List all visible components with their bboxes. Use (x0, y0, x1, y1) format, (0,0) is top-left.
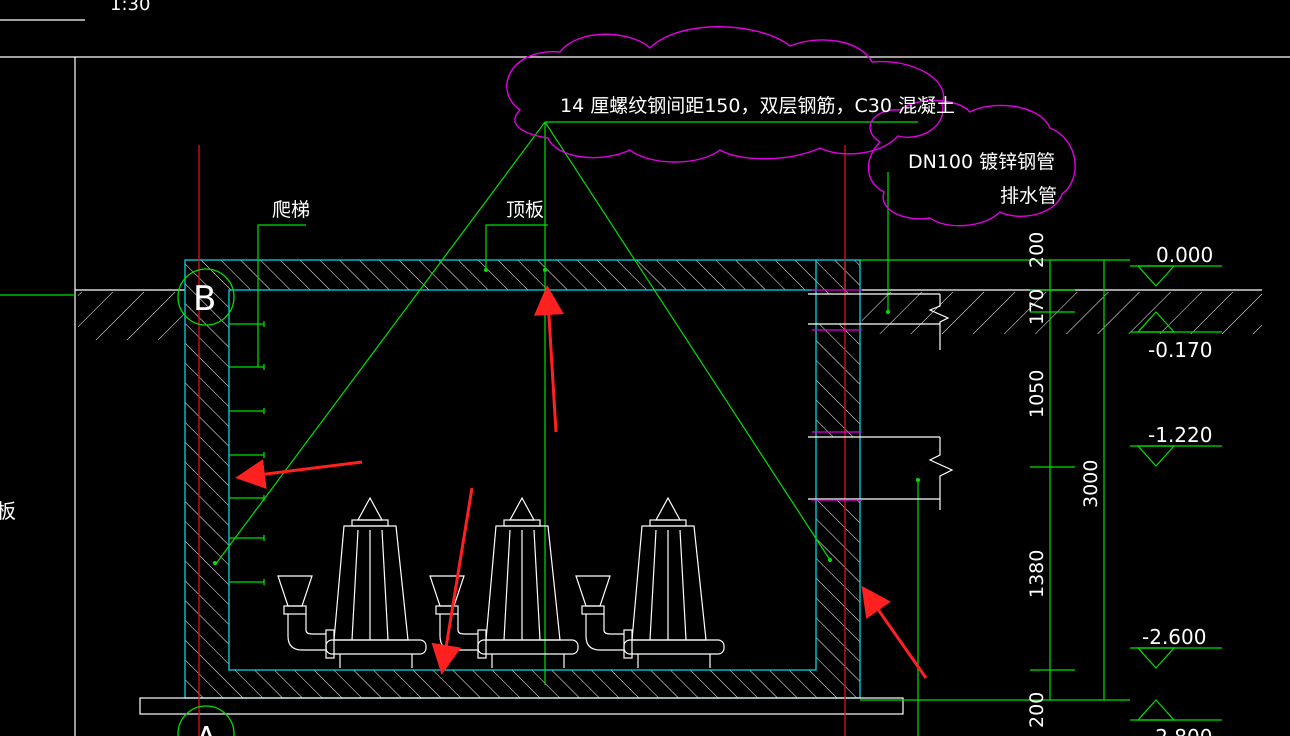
elevation-2600: -2.600 (1130, 625, 1222, 669)
svg-text:3000: 3000 (1080, 460, 1102, 508)
note-pipe-spec: DN100 镀锌钢管 (908, 151, 1055, 173)
note-drain: 排水管 (1000, 185, 1057, 207)
svg-text:170: 170 (1026, 289, 1048, 325)
svg-text:200: 200 (1026, 692, 1048, 728)
label-ladder: 爬梯 (272, 199, 310, 221)
elevation-1220: -1.220 (1130, 423, 1222, 467)
base-slab (139, 697, 904, 715)
svg-text:-1.220: -1.220 (1148, 423, 1212, 447)
svg-text:1380: 1380 (1026, 550, 1048, 598)
svg-text:B: B (193, 279, 216, 319)
top-left-fragment: 1:30 (0, 0, 150, 21)
elevation-0000: 0.000 (1130, 243, 1222, 287)
svg-text:-0.170: -0.170 (1148, 338, 1212, 362)
svg-text:A: A (196, 721, 217, 736)
elevation-2800: -2.800 (1130, 699, 1222, 736)
cad-drawing: 1:30 板 B A (0, 0, 1290, 736)
svg-text:1050: 1050 (1026, 370, 1048, 418)
label-roof-slab: 顶板 (506, 199, 544, 221)
note-rebar: 14 厘螺纹钢间距150，双层钢筋，C30 混凝土 (560, 95, 955, 117)
left-fragment: 板 (0, 499, 16, 523)
svg-text:-2.800: -2.800 (1148, 725, 1212, 736)
grid-bubble-a: A (177, 705, 235, 736)
scale-fragment: 1:30 (110, 0, 150, 15)
svg-text:-2.600: -2.600 (1142, 625, 1206, 649)
svg-text:200: 200 (1026, 232, 1048, 268)
svg-text:0.000: 0.000 (1156, 243, 1213, 267)
